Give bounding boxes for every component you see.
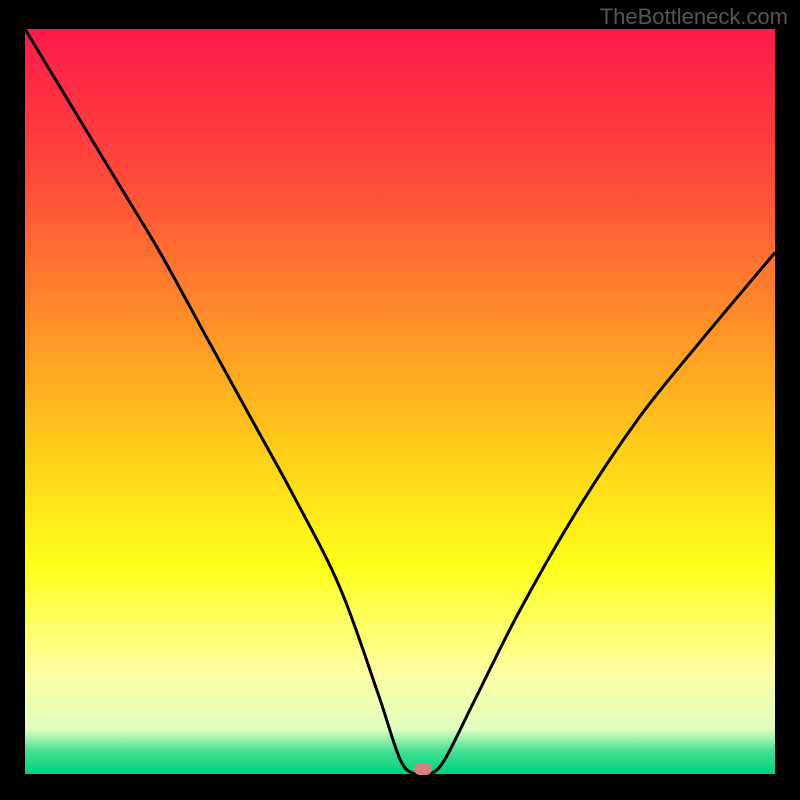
- watermark-text: TheBottleneck.com: [600, 4, 788, 30]
- curve-svg: [25, 29, 775, 774]
- bottleneck-marker: [414, 763, 432, 775]
- chart-container: TheBottleneck.com: [0, 0, 800, 800]
- bottleneck-curve-path: [25, 29, 775, 774]
